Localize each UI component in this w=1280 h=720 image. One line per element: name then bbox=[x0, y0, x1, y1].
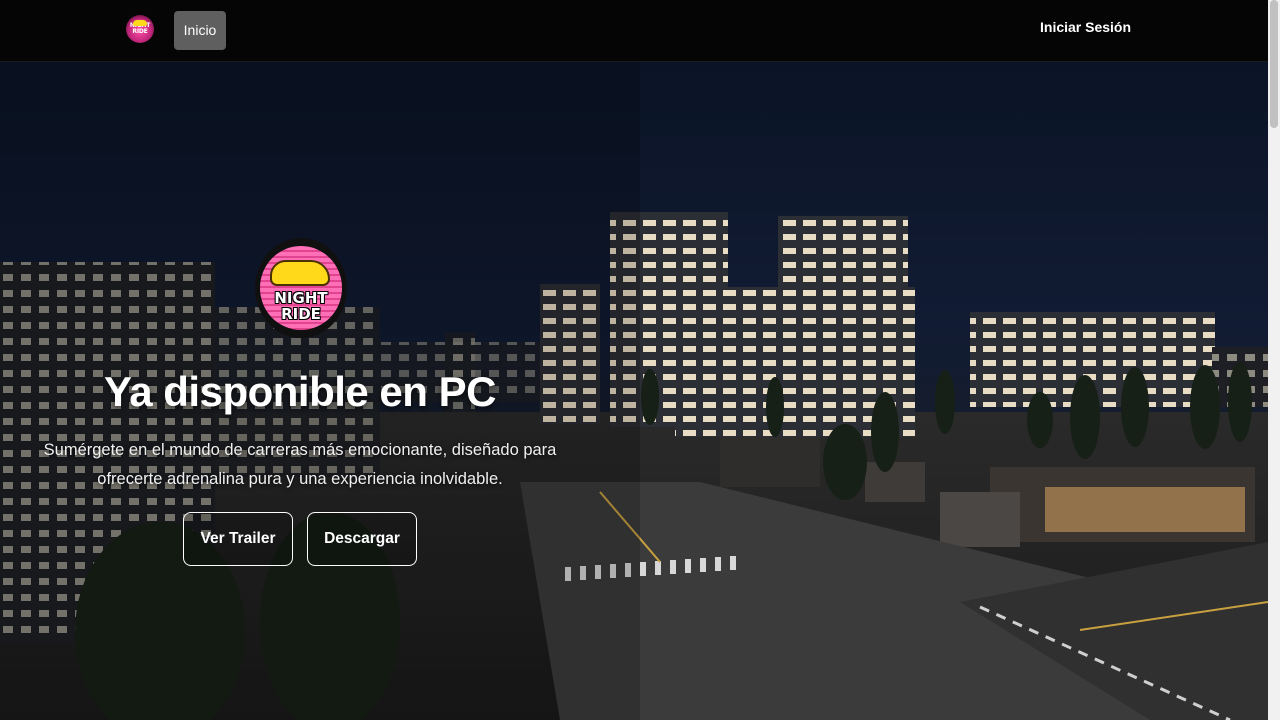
scrollbar-thumb[interactable] bbox=[1270, 0, 1278, 128]
hero-section: NIGHT RIDE Ya disponible en PC Sumérgete… bbox=[0, 62, 1268, 720]
hero-game-logo: NIGHT RIDE bbox=[255, 238, 347, 338]
login-link[interactable]: Iniciar Sesión bbox=[1040, 19, 1131, 43]
nav-home-link[interactable]: Inicio bbox=[174, 11, 226, 50]
top-navbar: NIGHT RIDE Inicio Iniciar Sesión bbox=[0, 0, 1268, 62]
car-icon bbox=[133, 20, 147, 26]
download-button[interactable]: Descargar bbox=[307, 512, 417, 566]
yellow-car-icon bbox=[270, 260, 330, 286]
hero-title: Ya disponible en PC bbox=[104, 368, 496, 415]
hero-subtitle: Sumérgete en el mundo de carreras más em… bbox=[43, 441, 557, 488]
night-ride-logo[interactable]: NIGHT RIDE bbox=[126, 15, 154, 43]
hero-logo-text: NIGHT RIDE bbox=[274, 289, 328, 323]
page-scrollbar[interactable] bbox=[1268, 0, 1280, 720]
watch-trailer-button[interactable]: Ver Trailer bbox=[183, 512, 293, 566]
